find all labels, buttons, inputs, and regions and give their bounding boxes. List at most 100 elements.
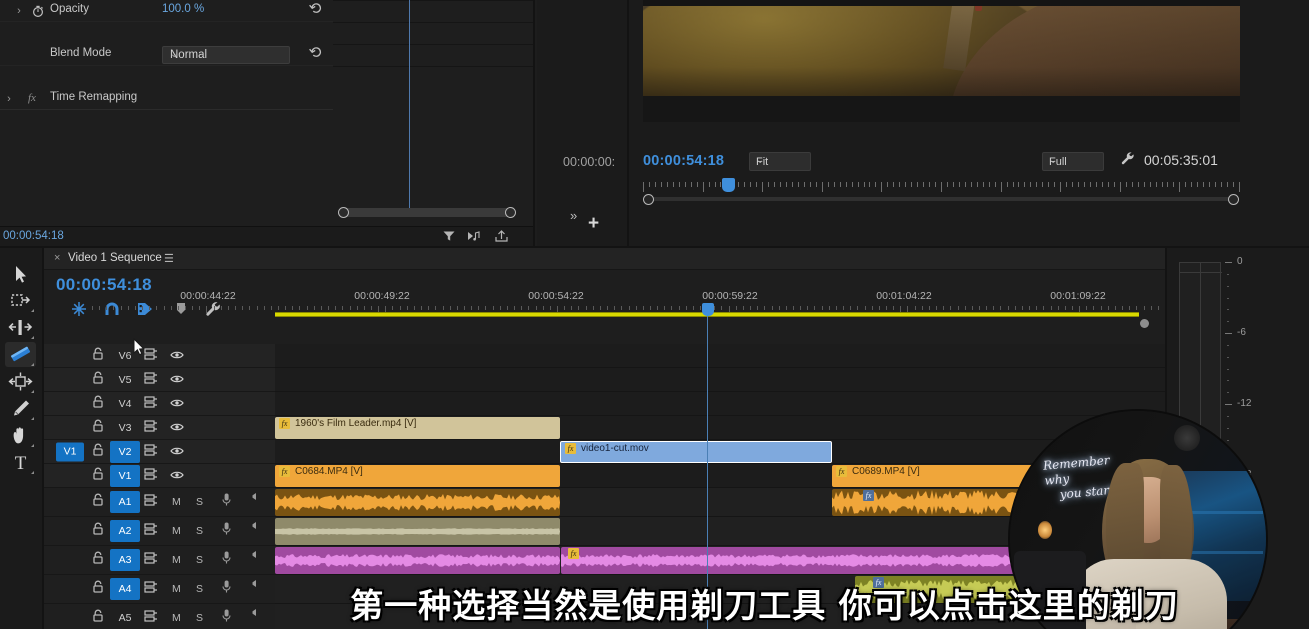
timeline-audio-clip[interactable] — [275, 489, 560, 516]
lock-icon[interactable] — [92, 395, 104, 413]
program-monitor-duration[interactable]: 00:05:35:01 — [1144, 152, 1218, 168]
effect-row-blend-mode[interactable]: Blend Mode Normal ⌄ — [0, 44, 333, 66]
blend-mode-select[interactable]: Normal ⌄ — [162, 46, 290, 64]
timeline-clip[interactable]: fx video1-cut.mov — [560, 441, 832, 463]
lock-icon[interactable] — [92, 493, 104, 511]
track-select-forward-tool[interactable] — [5, 288, 36, 313]
timeline-audio-clip[interactable] — [275, 547, 560, 574]
eye-icon[interactable] — [170, 347, 184, 365]
close-icon[interactable]: × — [54, 252, 60, 264]
track-header-a1[interactable]: A1 M S — [44, 488, 275, 517]
stopwatch-icon[interactable] — [31, 4, 45, 18]
overflow-chevron-icon[interactable]: » — [570, 208, 577, 223]
lock-icon[interactable] — [92, 551, 104, 569]
eye-icon[interactable] — [170, 443, 184, 461]
wrench-icon[interactable] — [1119, 150, 1137, 173]
program-monitor-timecode-left[interactable]: 00:00:00: — [563, 155, 615, 169]
insert-overwrite-icon[interactable] — [68, 298, 90, 320]
sync-icon[interactable] — [144, 443, 158, 461]
zoom-level-select[interactable]: Fit ⌄ — [749, 152, 811, 171]
sync-icon[interactable] — [144, 522, 158, 540]
timeline-playhead[interactable] — [702, 303, 714, 316]
eye-icon[interactable] — [170, 467, 184, 485]
timeline-clip[interactable]: fx 1960's Film Leader.mp4 [V] — [275, 417, 560, 439]
track-header-v3[interactable]: V3 — [44, 416, 275, 440]
opacity-value[interactable]: 100.0 % — [162, 3, 204, 15]
sync-icon[interactable] — [144, 551, 158, 569]
chevron-right-icon[interactable]: › — [4, 92, 14, 106]
track-header-v1[interactable]: V1 — [44, 464, 275, 488]
effect-controls-keyframe-area[interactable] — [333, 0, 535, 230]
track-name-label[interactable]: A3 — [110, 549, 140, 571]
program-monitor-current-timecode[interactable]: 00:00:54:18 — [643, 153, 724, 169]
lock-icon[interactable] — [92, 522, 104, 540]
track-name-label[interactable]: A2 — [110, 520, 140, 542]
track-header-a2[interactable]: A2 M S — [44, 517, 275, 546]
solo-button[interactable]: S — [196, 525, 203, 537]
reset-icon[interactable] — [308, 45, 326, 63]
eye-icon[interactable] — [170, 395, 184, 413]
mic-icon[interactable] — [221, 522, 232, 541]
speaker-icon[interactable] — [250, 521, 259, 532]
reset-icon[interactable] — [308, 1, 326, 19]
lock-icon[interactable] — [92, 443, 104, 461]
effect-controls-zoom-scrollbar[interactable] — [338, 207, 516, 218]
track-header-v2[interactable]: V1 V2 — [44, 440, 275, 464]
track-name-label[interactable]: V1 — [110, 464, 140, 487]
pen-tool[interactable] — [5, 396, 36, 421]
program-monitor-scrollbar[interactable] — [643, 194, 1239, 205]
sync-icon[interactable] — [144, 467, 158, 485]
slip-tool[interactable] — [5, 369, 36, 394]
effect-controls-scrollbar[interactable] — [0, 204, 333, 213]
sync-icon[interactable] — [144, 419, 158, 437]
solo-button[interactable]: S — [196, 496, 203, 508]
razor-tool[interactable] — [5, 342, 36, 367]
mute-button[interactable]: M — [172, 496, 181, 508]
source-patch-v1[interactable]: V1 — [56, 442, 84, 461]
effect-row-time-remapping[interactable]: › fx Time Remapping — [0, 88, 333, 110]
ripple-edit-tool[interactable] — [5, 315, 36, 340]
track-lane-v5[interactable] — [275, 368, 1165, 392]
track-header-v5[interactable]: V5 — [44, 368, 275, 392]
playback-resolution-select[interactable]: Full ⌄ — [1042, 152, 1104, 171]
hand-tool[interactable] — [5, 423, 36, 448]
timeline-audio-clip[interactable] — [275, 518, 560, 545]
chevron-right-icon[interactable]: › — [14, 4, 24, 18]
track-name-label[interactable]: V3 — [110, 417, 140, 439]
type-tool[interactable]: T — [5, 450, 36, 475]
lock-icon[interactable] — [92, 347, 104, 365]
add-button-icon[interactable]: + — [588, 213, 599, 235]
track-lane-v6[interactable] — [275, 344, 1165, 368]
track-header-a3[interactable]: A3 M S — [44, 546, 275, 575]
solo-button[interactable]: S — [196, 554, 203, 566]
eye-icon[interactable] — [170, 419, 184, 437]
track-name-label[interactable]: A1 — [110, 491, 140, 513]
lock-icon[interactable] — [92, 371, 104, 389]
end-of-sequence-marker[interactable] — [1140, 319, 1149, 328]
effect-row-opacity[interactable]: › Opacity 100.0 % — [0, 0, 333, 22]
timeline-clip[interactable]: fx C0684.MP4 [V] — [275, 465, 560, 487]
track-name-label[interactable]: V2 — [110, 440, 140, 463]
speaker-icon[interactable] — [250, 550, 259, 561]
panel-menu-icon[interactable]: ☰ — [164, 252, 174, 265]
lock-icon[interactable] — [92, 419, 104, 437]
lock-icon[interactable] — [92, 467, 104, 485]
program-monitor-video[interactable] — [643, 0, 1240, 122]
track-header-v4[interactable]: V4 — [44, 392, 275, 416]
track-header-v6[interactable]: V6 — [44, 344, 275, 368]
program-monitor-playhead[interactable] — [722, 178, 735, 192]
mic-icon[interactable] — [221, 493, 232, 512]
speaker-icon[interactable] — [250, 492, 259, 503]
mic-icon[interactable] — [221, 551, 232, 570]
effect-controls-timecode[interactable]: 00:00:54:18 — [3, 230, 64, 242]
sync-icon[interactable] — [144, 395, 158, 413]
sequence-tab-label[interactable]: Video 1 Sequence — [68, 252, 162, 264]
sync-icon[interactable] — [144, 371, 158, 389]
track-name-label[interactable]: V4 — [110, 393, 140, 415]
panel-divider[interactable] — [533, 0, 535, 246]
sync-icon[interactable] — [144, 493, 158, 511]
mute-button[interactable]: M — [172, 554, 181, 566]
eye-icon[interactable] — [170, 371, 184, 389]
mute-button[interactable]: M — [172, 525, 181, 537]
selection-tool[interactable] — [5, 262, 36, 287]
